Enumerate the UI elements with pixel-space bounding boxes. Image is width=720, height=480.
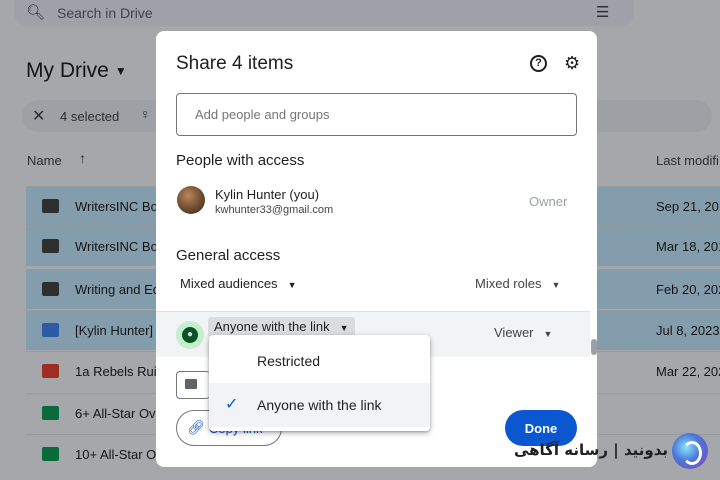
menu-item-restricted[interactable]: Restricted — [209, 339, 430, 383]
roles-dropdown[interactable]: Mixed roles ▼ — [475, 276, 560, 291]
menu-item-label: Anyone with the link — [257, 397, 382, 413]
people-with-access-heading: People with access — [176, 152, 305, 169]
roles-label: Mixed roles — [475, 276, 542, 291]
role-dropdown[interactable]: Viewer ▼ — [494, 325, 552, 340]
gear-icon[interactable]: ⚙ — [564, 53, 580, 74]
watermark-logo — [672, 433, 708, 469]
link-access-dropdown[interactable]: Anyone with the link ▼ — [208, 317, 355, 337]
scrollbar[interactable] — [591, 309, 597, 359]
person-role: Owner — [529, 194, 568, 209]
menu-item-anyone-with-link[interactable]: ✓ Anyone with the link — [209, 383, 430, 427]
folder-chip[interactable] — [176, 371, 210, 399]
caret-down-icon: ▼ — [543, 329, 553, 339]
caret-down-icon: ▼ — [287, 280, 297, 290]
audience-dropdown[interactable]: Mixed audiences ▼ — [180, 276, 296, 291]
folder-icon — [185, 379, 197, 389]
watermark-text: بدونید | رسانه آگاهی — [513, 441, 668, 459]
menu-item-label: Restricted — [257, 353, 321, 369]
caret-down-icon: ▼ — [339, 323, 349, 333]
caret-down-icon: ▼ — [551, 280, 561, 290]
audience-label: Mixed audiences — [180, 276, 278, 291]
add-people-input[interactable] — [176, 93, 577, 136]
dialog-title: Share 4 items — [176, 53, 294, 74]
link-icon: 🔗︎ — [187, 419, 205, 435]
globe-icon: ● — [176, 321, 204, 349]
scrollbar-thumb[interactable] — [591, 339, 597, 355]
general-access-heading: General access — [176, 247, 281, 264]
link-access-label: Anyone with the link — [214, 319, 330, 334]
avatar — [177, 186, 205, 214]
role-label: Viewer — [494, 325, 534, 340]
watermark: بدونید | رسانه آگاهی — [513, 433, 714, 471]
link-access-menu: Restricted ✓ Anyone with the link — [209, 335, 430, 431]
person-name: Kylin Hunter (you) — [215, 187, 320, 202]
check-icon: ✓ — [225, 396, 239, 413]
help-icon[interactable]: ? — [530, 55, 547, 72]
person-email: kwhunter33@gmail.com — [215, 204, 334, 216]
